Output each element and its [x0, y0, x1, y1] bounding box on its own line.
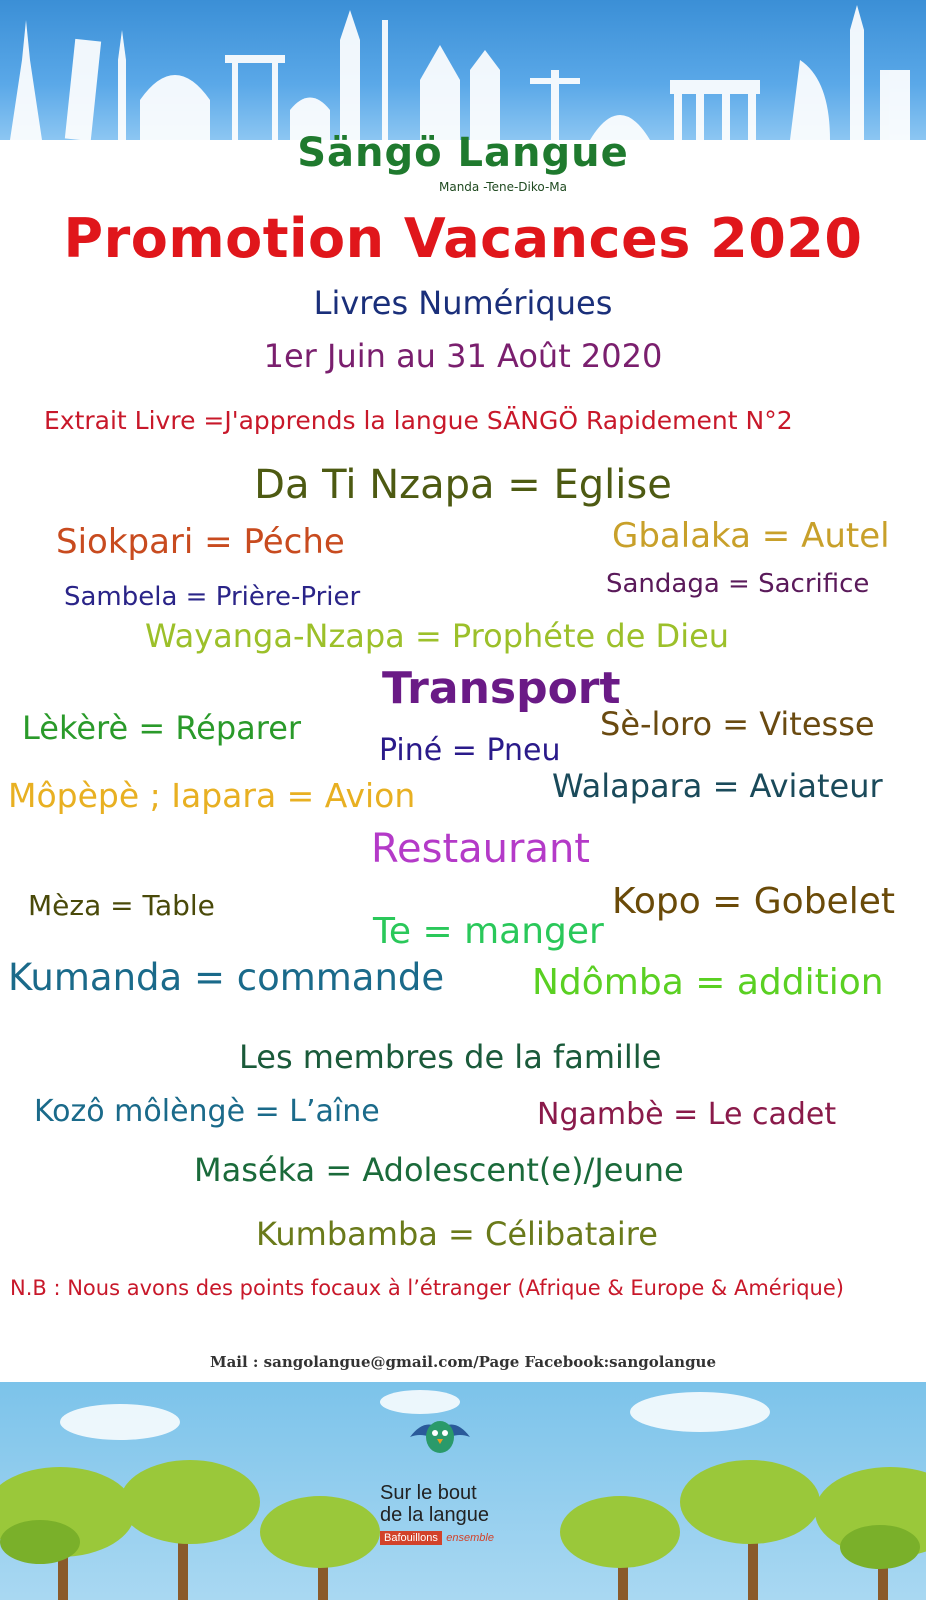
word-ndomba: Ndômba = addition — [532, 962, 884, 1003]
word-kumbamba: Kumbamba = Célibataire — [256, 1215, 658, 1253]
word-lekere: Lèkèrè = Réparer — [22, 709, 302, 747]
restaurant-heading: Restaurant — [371, 826, 590, 872]
word-pine: Piné = Pneu — [379, 733, 561, 768]
word-gbalaka: Gbalaka = Autel — [612, 516, 890, 556]
partner-line2: de la langue — [380, 1504, 489, 1526]
word-siokpari: Siokpari = Péche — [56, 522, 345, 562]
promo-title: Promotion Vacances 2020 — [63, 207, 863, 270]
word-te: Te = manger — [373, 911, 604, 952]
promo-extract: Extrait Livre =J'apprends la langue SÄNG… — [44, 406, 793, 435]
word-wayanga: Wayanga-Nzapa = Prophéte de Dieu — [145, 617, 730, 655]
promo-subtitle: Livres Numériques — [313, 284, 613, 322]
word-meza: Mèza = Table — [28, 889, 215, 922]
word-mopepe: Môpèpè ; Iapara = Avion — [8, 776, 416, 815]
church-heading: Da Ti Nzapa = Eglise — [254, 462, 672, 508]
promo-dates: 1er Juin au 31 Août 2020 — [263, 337, 663, 375]
partner-badge: Bafouillons — [380, 1531, 442, 1545]
word-kopo: Kopo = Gobelet — [612, 881, 895, 922]
word-ngambe: Ngambè = Le cadet — [537, 1097, 837, 1132]
word-seloro: Sè-loro = Vitesse — [600, 705, 875, 743]
partner-logo: Sur le bout de la langue Bafouillons ens… — [380, 1482, 494, 1546]
word-walapara: Walapara = Aviateur — [552, 767, 883, 805]
skyline-banner — [0, 0, 926, 140]
word-sandaga: Sandaga = Sacrifice — [606, 569, 870, 599]
word-kozo: Kozô môlèngè = L’aîne — [34, 1094, 380, 1129]
footer-illustration: Sur le bout de la langue Bafouillons ens… — [0, 1382, 926, 1600]
word-maseka: Maséka = Adolescent(e)/Jeune — [194, 1151, 684, 1189]
brand-name: Sängö Langue — [297, 130, 629, 176]
transport-heading: Transport — [382, 663, 621, 714]
partner-badge-suffix: ensemble — [446, 1532, 494, 1544]
brand-tagline: Manda -Tene-Diko-Ma — [438, 180, 567, 194]
city-skyline-illustration — [10, 5, 910, 140]
word-kumanda: Kumanda = commande — [8, 956, 445, 999]
family-heading: Les membres de la famille — [239, 1038, 662, 1076]
word-sambela: Sambela = Prière-Prier — [64, 582, 361, 612]
contact-line: Mail : sangolangue@gmail.com/Page Facebo… — [209, 1353, 717, 1371]
brand-logo: Sängö Langue — [0, 130, 926, 176]
partner-line1: Sur le bout — [380, 1482, 477, 1504]
note-text: N.B : Nous avons des points focaux à l’é… — [10, 1276, 844, 1300]
